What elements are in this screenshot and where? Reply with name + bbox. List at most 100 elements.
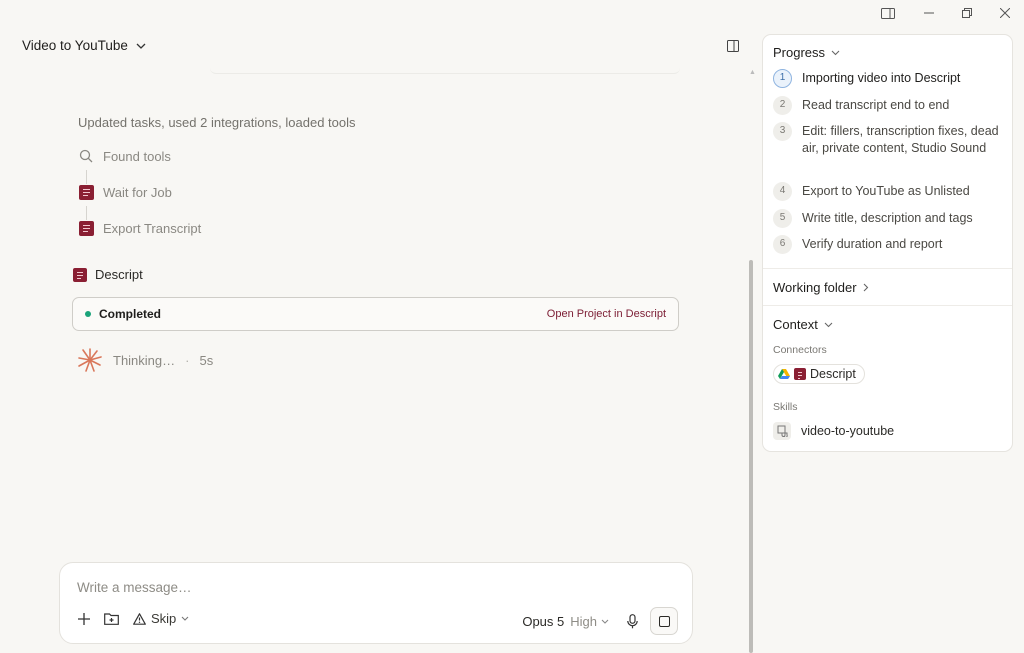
- restore-icon: [962, 8, 972, 18]
- add-attachment-button[interactable]: [78, 612, 90, 625]
- skip-label: Skip: [151, 611, 177, 626]
- spark-icon: [78, 348, 102, 372]
- minimize-icon: [924, 12, 934, 14]
- divider: [763, 268, 1012, 269]
- plus-icon: [78, 612, 90, 625]
- stop-icon: [658, 615, 670, 627]
- step-number: 6: [773, 235, 792, 254]
- step-number: 3: [773, 122, 792, 141]
- step-label: Export Transcript: [103, 220, 202, 236]
- step-number: 4: [773, 182, 792, 201]
- step-wait-for-job[interactable]: Wait for Job: [78, 184, 172, 200]
- context-section-toggle[interactable]: Context: [773, 317, 833, 332]
- step-label: Wait for Job: [103, 184, 172, 200]
- scroll-thumb[interactable]: [749, 260, 753, 653]
- chevron-down-icon: [136, 43, 146, 49]
- open-project-link[interactable]: Open Project in Descript: [547, 308, 666, 320]
- connectors-label: Connectors: [773, 344, 827, 356]
- status-label: Completed: [99, 307, 162, 321]
- split-view-button[interactable]: [873, 0, 903, 26]
- chat-title: Video to YouTube: [22, 38, 128, 53]
- stop-button[interactable]: [650, 607, 678, 635]
- connector-chip[interactable]: Descript: [773, 364, 865, 384]
- progress-item: 2 Read transcript end to end: [773, 96, 1003, 115]
- integration-status-card: Completed Open Project in Descript: [72, 297, 679, 331]
- chevron-down-icon: [831, 50, 840, 55]
- integration-header: Descript: [73, 267, 143, 282]
- add-folder-button[interactable]: [104, 612, 119, 625]
- progress-item: 5 Write title, description and tags: [773, 209, 1003, 228]
- progress-item: 4 Export to YouTube as Unlisted: [773, 182, 1003, 201]
- status-dot-icon: [85, 311, 91, 317]
- descript-icon: [78, 184, 94, 200]
- progress-item: 6 Verify duration and report: [773, 235, 1003, 254]
- message-input[interactable]: Write a message…: [77, 580, 192, 595]
- step-number: 2: [773, 96, 792, 115]
- split-view-icon: [881, 7, 895, 19]
- progress-section-toggle[interactable]: Progress: [773, 45, 840, 60]
- window-controls: [910, 0, 1024, 26]
- sidebar-toggle-button[interactable]: [727, 40, 741, 52]
- thinking-indicator: Thinking… · 5s: [77, 347, 213, 373]
- integration-name: Descript: [95, 267, 143, 282]
- folder-plus-icon: [104, 613, 119, 625]
- step-connector: [86, 206, 87, 220]
- skill-name: video-to-youtube: [801, 424, 895, 438]
- progress-item-text: Write title, description and tags: [802, 211, 973, 225]
- progress-item-text: Verify duration and report: [802, 237, 943, 251]
- progress-item-text: Export to YouTube as Unlisted: [802, 184, 970, 198]
- microphone-button[interactable]: [627, 613, 638, 629]
- chevron-down-icon: [824, 322, 833, 327]
- minimize-button[interactable]: [910, 0, 948, 26]
- drive-icon: [778, 369, 790, 379]
- model-name: Opus 5: [522, 613, 565, 629]
- descript-icon: [73, 267, 87, 282]
- working-folder-toggle[interactable]: Working folder: [773, 280, 869, 295]
- chevron-down-icon: [601, 619, 609, 624]
- message-composer[interactable]: Write a message… Skip Opus 5 High: [59, 562, 693, 644]
- effort-label: High: [570, 613, 597, 629]
- step-number: 5: [773, 209, 792, 228]
- scroll-up-arrow-icon[interactable]: ▲: [749, 69, 756, 76]
- progress-item: 1 Importing video into Descript: [773, 69, 1003, 88]
- close-window-button[interactable]: [986, 0, 1024, 26]
- search-icon: [78, 148, 94, 164]
- separator: ·: [185, 352, 190, 368]
- close-icon: [1000, 8, 1010, 18]
- divider: [763, 305, 1012, 306]
- skill-item[interactable]: video-to-youtube: [773, 422, 894, 440]
- progress-item-text: Importing video into Descript: [802, 71, 961, 85]
- scroll-icon: [773, 422, 791, 440]
- step-found-tools[interactable]: Found tools: [78, 148, 171, 164]
- skills-label: Skills: [773, 401, 798, 413]
- microphone-icon: [627, 613, 638, 628]
- step-label: Found tools: [103, 148, 171, 164]
- panel-icon: [727, 40, 739, 52]
- progress-item: 3 Edit: fillers, transcription fixes, de…: [773, 122, 1003, 156]
- restore-button[interactable]: [948, 0, 986, 26]
- warning-icon: [133, 612, 146, 625]
- previous-message-edge: [210, 68, 680, 74]
- chevron-down-icon: [181, 616, 189, 621]
- thinking-label: Thinking…: [113, 352, 176, 368]
- progress-item-text: Read transcript end to end: [802, 98, 950, 112]
- skip-permissions-dropdown[interactable]: Skip: [133, 611, 189, 626]
- progress-item-text: Edit: fillers, transcription fixes, dead…: [802, 124, 999, 155]
- effort-level: High: [570, 614, 609, 629]
- activity-summary[interactable]: Updated tasks, used 2 integrations, load…: [78, 115, 356, 130]
- progress-title: Progress: [773, 45, 826, 60]
- step-number: 1: [773, 69, 792, 88]
- thinking-elapsed: 5s: [199, 352, 214, 368]
- chevron-right-icon: [863, 283, 868, 292]
- context-title: Context: [773, 317, 818, 332]
- side-panel: Progress 1 Importing video into Descript…: [762, 34, 1013, 452]
- working-folder-title: Working folder: [773, 280, 857, 295]
- step-connector: [86, 170, 87, 184]
- chat-title-dropdown[interactable]: Video to YouTube: [22, 38, 146, 53]
- connector-name: Descript: [810, 367, 856, 381]
- descript-icon: [78, 220, 94, 236]
- step-export-transcript[interactable]: Export Transcript: [78, 220, 201, 236]
- chat-scrollbar[interactable]: ▲: [749, 69, 756, 653]
- descript-icon: [794, 368, 806, 380]
- model-selector[interactable]: Opus 5 High: [522, 614, 609, 629]
